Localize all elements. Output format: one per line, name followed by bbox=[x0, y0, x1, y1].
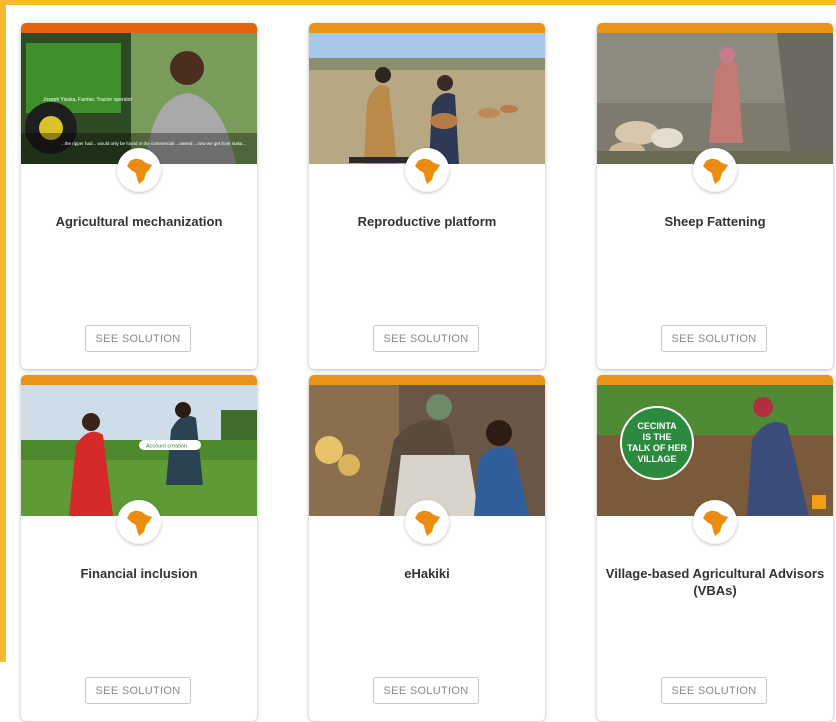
see-solution-button[interactable]: SEE SOLUTION bbox=[373, 325, 479, 352]
africa-logo-icon bbox=[405, 500, 449, 544]
africa-logo-icon bbox=[693, 500, 737, 544]
photo-sign-line: TALK OF HER bbox=[627, 443, 687, 453]
card-photo: Joseph Yisaka, Farmer, Tractor operator … bbox=[21, 33, 257, 164]
card-photo: CECINTA IS THE TALK OF HER VILLAGE bbox=[597, 385, 833, 516]
card-top-bar bbox=[21, 375, 257, 385]
solution-card[interactable]: Account creation Financial inclusion SEE… bbox=[21, 375, 257, 721]
see-solution-button[interactable]: SEE SOLUTION bbox=[661, 677, 767, 704]
see-solution-button[interactable]: SEE SOLUTION bbox=[661, 325, 767, 352]
card-top-bar bbox=[597, 375, 833, 385]
card-top-bar bbox=[309, 375, 545, 385]
photo-sign-line: VILLAGE bbox=[637, 454, 676, 464]
card-title: Reproductive platform bbox=[357, 214, 497, 229]
photo-caption: Account creation bbox=[146, 444, 187, 450]
card-photo: Account creation bbox=[21, 385, 257, 516]
photo-caption: Joseph Yisaka, Farmer, Tractor operator bbox=[43, 97, 133, 103]
card-title: eHakiki bbox=[404, 566, 450, 581]
left-accent-strip bbox=[0, 0, 6, 662]
solution-card[interactable]: Reproductive platform SEE SOLUTION bbox=[309, 23, 545, 369]
card-photo bbox=[597, 33, 833, 164]
card-title: Financial inclusion bbox=[80, 566, 198, 581]
photo-sign-line: IS THE bbox=[642, 432, 671, 442]
top-accent-strip bbox=[0, 0, 836, 5]
card-top-bar bbox=[309, 23, 545, 33]
solution-card[interactable]: Joseph Yisaka, Farmer, Tractor operator … bbox=[21, 23, 257, 369]
photo-subtitle: ...the ripper had... would only be found… bbox=[61, 141, 246, 146]
card-top-bar bbox=[597, 23, 833, 33]
card-top-bar bbox=[21, 23, 257, 33]
photo-sign-line: CECINTA bbox=[637, 421, 677, 431]
see-solution-button[interactable]: SEE SOLUTION bbox=[373, 677, 479, 704]
card-title: Sheep Fattening bbox=[664, 214, 766, 229]
see-solution-button[interactable]: SEE SOLUTION bbox=[85, 677, 191, 704]
solution-card[interactable]: CECINTA IS THE TALK OF HER VILLAGE Villa… bbox=[597, 375, 833, 721]
africa-logo-icon bbox=[117, 500, 161, 544]
see-solution-button[interactable]: SEE SOLUTION bbox=[85, 325, 191, 352]
card-photo bbox=[309, 385, 545, 516]
card-title: Agricultural mechanization bbox=[55, 214, 223, 229]
card-title: Village-based Agricultural Advisors (VBA… bbox=[605, 566, 825, 598]
card-photo bbox=[309, 33, 545, 164]
africa-logo-icon bbox=[405, 148, 449, 192]
africa-logo-icon bbox=[693, 148, 737, 192]
africa-logo-icon bbox=[117, 148, 161, 192]
solution-card[interactable]: eHakiki SEE SOLUTION bbox=[309, 375, 545, 721]
solution-card[interactable]: Sheep Fattening SEE SOLUTION bbox=[597, 23, 833, 369]
